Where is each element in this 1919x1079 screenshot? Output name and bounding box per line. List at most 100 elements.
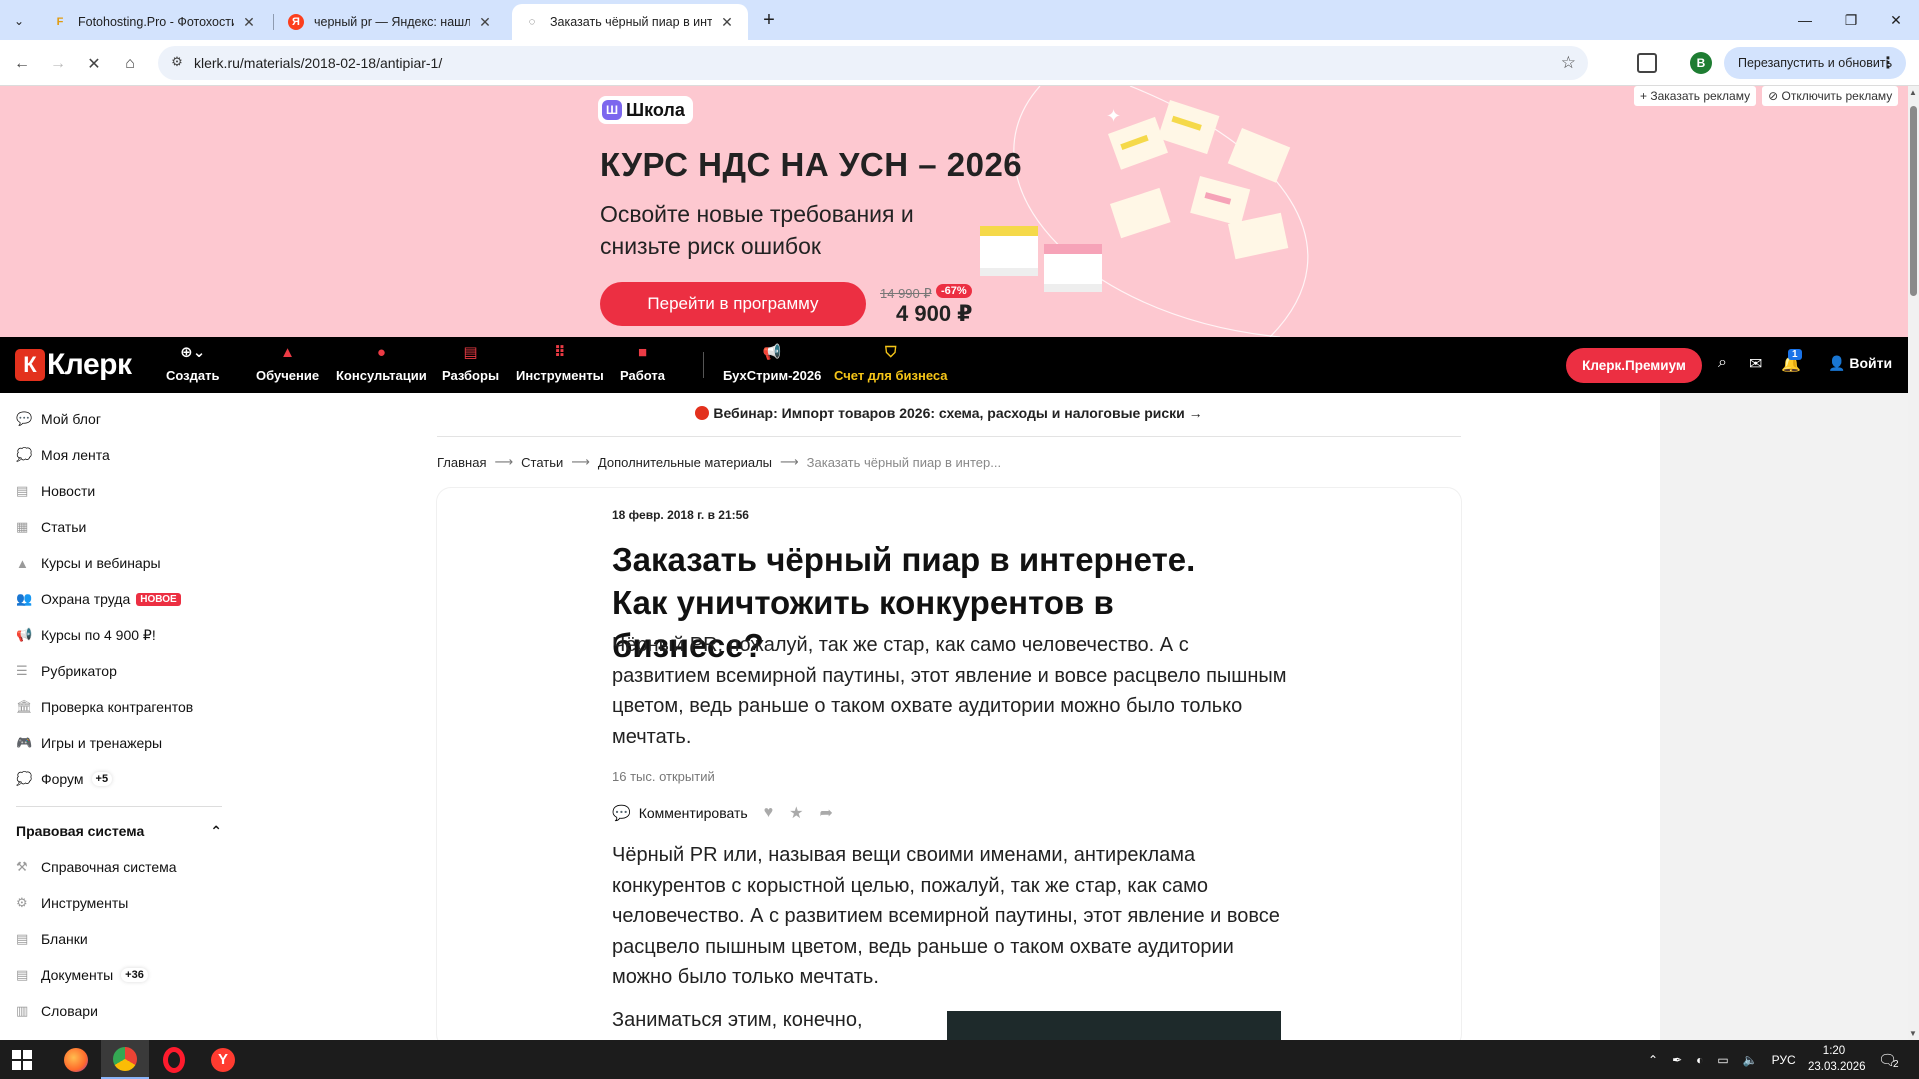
browser-toolbar: ← → ✕ ⌂ ⚙ klerk.ru/materials/2018-02-18/…	[0, 40, 1919, 86]
close-window-icon[interactable]: ✕	[1873, 0, 1919, 40]
login-button[interactable]: 👤 Войти	[1828, 355, 1892, 372]
mail-icon[interactable]: ✉	[1749, 354, 1762, 374]
article-lead: Чёрный PR, пожалуй, так же стар, как сам…	[612, 634, 1287, 748]
profile-avatar[interactable]: B	[1690, 52, 1712, 74]
tab-yandex[interactable]: Я черный pr — Яндекс: нашлось ✕	[276, 4, 506, 40]
sidebar-item-documents[interactable]: ▤ Документы +36	[16, 965, 148, 985]
form-icon: ▤	[16, 931, 29, 946]
address-bar[interactable]: ⚙ klerk.ru/materials/2018-02-18/antipiar…	[158, 46, 1588, 80]
close-tab-icon[interactable]: ✕	[718, 14, 736, 31]
clock-time: 1:20	[1822, 1045, 1846, 1057]
volume-icon[interactable]: 🔈	[1743, 1053, 1758, 1067]
documents-count-badge: +36	[121, 968, 148, 982]
ad-banner[interactable]: ✦ Ш Школа КУРС НДС НА УСН – 2026 Освойте…	[0, 86, 1908, 337]
nav-business-account[interactable]: ⛉ Счет для бизнеса	[834, 343, 948, 383]
nav-buhstream[interactable]: 📢 БухСтрим-2026	[723, 343, 821, 383]
firefox-icon[interactable]	[52, 1040, 100, 1079]
scroll-down-icon[interactable]: ▼	[1909, 1029, 1917, 1038]
breadcrumb-articles[interactable]: Статьи	[521, 455, 563, 470]
nav-jobs[interactable]: ■ Работа	[620, 343, 665, 383]
comment-button[interactable]: Комментировать	[639, 805, 748, 821]
sidebar-item-courses-4900[interactable]: 📢 Курсы по 4 900 ₽!	[16, 625, 156, 645]
tab-fotohosting[interactable]: F Fotohosting.Pro - Фотохостинг ✕	[40, 4, 270, 40]
klerk-logo[interactable]: К Клерк	[15, 348, 132, 382]
sidebar-item-my-feed[interactable]: 💭 Моя лента	[16, 445, 110, 465]
chats-icon: 💭	[16, 771, 33, 786]
breadcrumb-home[interactable]: Главная	[437, 455, 486, 470]
sidebar-item-forms[interactable]: ▤ Бланки	[16, 929, 88, 949]
nav-education[interactable]: ▲ Обучение	[256, 343, 319, 383]
bookmark-star-icon[interactable]: ☆	[1561, 53, 1576, 73]
close-tab-icon[interactable]: ✕	[476, 14, 494, 31]
clock[interactable]: 1:20 23.03.2026	[1808, 1043, 1866, 1075]
sidebar-item-courses[interactable]: ▲ Курсы и вебинары	[16, 553, 161, 573]
breadcrumb-current: Заказать чёрный пиар в интер...	[806, 454, 1002, 470]
scrollbar-thumb[interactable]	[1910, 106, 1917, 296]
ad-cta-button[interactable]: Перейти в программу	[600, 282, 866, 326]
nav-create[interactable]: ⊕⌄ Создать	[166, 343, 219, 383]
nav-tools[interactable]: ⠿ Инструменты	[516, 343, 604, 383]
tab-separator	[273, 14, 274, 30]
comment-icon[interactable]: 💬	[612, 804, 631, 822]
page-scrollbar[interactable]: ▲ ▼	[1908, 86, 1919, 1040]
nav-consultations[interactable]: ● Консультации	[336, 343, 427, 383]
chrome-icon[interactable]	[101, 1040, 149, 1079]
action-center-icon[interactable]: 🗨 2	[1878, 1040, 1899, 1079]
tab-klerk-active[interactable]: ◌ Заказать чёрный пиар в интерн ✕	[512, 4, 748, 40]
forward-icon[interactable]: →	[44, 50, 72, 78]
update-icon[interactable]: ◐	[1696, 1053, 1703, 1067]
sidebar-item-reference[interactable]: ⚒ Справочная система	[16, 857, 177, 877]
notification-count-badge: 1	[1788, 349, 1802, 360]
sidebar-item-contractor-check[interactable]: 🏛 Проверка контрагентов	[16, 697, 193, 717]
sidebar-item-labor-safety[interactable]: 👥 Охрана труда НОВОЕ	[16, 589, 181, 609]
home-icon[interactable]: ⌂	[116, 50, 144, 78]
more-menu-icon[interactable]: ⋮	[1880, 53, 1896, 73]
share-icon[interactable]: ➦	[820, 803, 833, 823]
sidebar-item-my-blog[interactable]: 💬 Мой блог	[16, 409, 101, 429]
relaunch-update-button[interactable]: Перезапустить и обновить ⋮	[1724, 47, 1906, 79]
opera-icon[interactable]	[150, 1040, 198, 1079]
sidebar-item-dictionaries[interactable]: ▥ Словари	[16, 1001, 98, 1021]
sidebar-item-tools[interactable]: ⚙ Инструменты	[16, 893, 128, 913]
sidebar-item-news[interactable]: ▤ Новости	[16, 481, 95, 501]
scroll-up-icon[interactable]: ▲	[1909, 88, 1917, 97]
network-icon[interactable]: ▭	[1717, 1053, 1728, 1067]
nav-label: Инструменты	[516, 368, 604, 383]
sidebar-item-rubricator[interactable]: ☰ Рубрикатор	[16, 661, 117, 681]
newspaper-icon: ▤	[16, 483, 29, 498]
search-icon[interactable]: ⌕	[1718, 354, 1727, 372]
restore-icon[interactable]: ❐	[1828, 0, 1874, 40]
minimize-icon[interactable]: —	[1782, 0, 1828, 40]
windows-start-icon[interactable]	[12, 1050, 32, 1070]
site-info-icon[interactable]: ⚙	[168, 54, 186, 72]
sidebar-item-forum[interactable]: 💭 Форум +5	[16, 769, 113, 789]
chat-icon: 💬	[16, 411, 33, 426]
new-tab-button[interactable]: +	[756, 8, 782, 34]
tray-expand-icon[interactable]: ⌃	[1648, 1053, 1658, 1067]
webinar-banner-link[interactable]: Вебинар: Импорт товаров 2026: схема, рас…	[437, 405, 1461, 421]
language-indicator[interactable]: РУС	[1772, 1053, 1796, 1067]
star-icon[interactable]: ★	[789, 803, 803, 823]
new-badge: НОВОЕ	[136, 592, 181, 606]
breadcrumb-additional[interactable]: Дополнительные материалы	[598, 455, 772, 470]
stop-loading-icon[interactable]: ✕	[80, 50, 108, 78]
yandex-browser-icon[interactable]: Y	[199, 1040, 247, 1079]
extensions-icon[interactable]	[1637, 53, 1657, 73]
nav-reviews[interactable]: ▤ Разборы	[442, 343, 499, 383]
legal-system-section-toggle[interactable]: Правовая система ⌃	[16, 823, 222, 840]
sidebar-item-label: Рубрикатор	[41, 663, 117, 679]
back-icon[interactable]: ←	[8, 50, 36, 78]
system-tray: ⌃ ✒ ◐ ▭ 🔈 РУС	[1648, 1040, 1796, 1079]
tab-search-chevron-icon[interactable]: ⌄	[6, 9, 32, 33]
pen-icon[interactable]: ✒	[1672, 1053, 1682, 1067]
klerk-logo-mark-icon: К	[15, 349, 45, 381]
order-ad-button[interactable]: + Заказать рекламу	[1634, 86, 1757, 106]
sidebar-item-articles[interactable]: ▦ Статьи	[16, 517, 86, 537]
sidebar-item-games[interactable]: 🎮 Игры и тренажеры	[16, 733, 162, 753]
article-body-paragraph-2: Заниматься этим, конечно,	[612, 1009, 863, 1031]
url-text[interactable]: klerk.ru/materials/2018-02-18/antipiar-1…	[194, 55, 442, 71]
premium-button[interactable]: Клерк.Премиум	[1566, 348, 1702, 383]
heart-icon[interactable]: ♥	[764, 804, 774, 822]
disable-ad-button[interactable]: ⊘ Отключить рекламу	[1762, 86, 1899, 106]
close-tab-icon[interactable]: ✕	[240, 14, 258, 31]
